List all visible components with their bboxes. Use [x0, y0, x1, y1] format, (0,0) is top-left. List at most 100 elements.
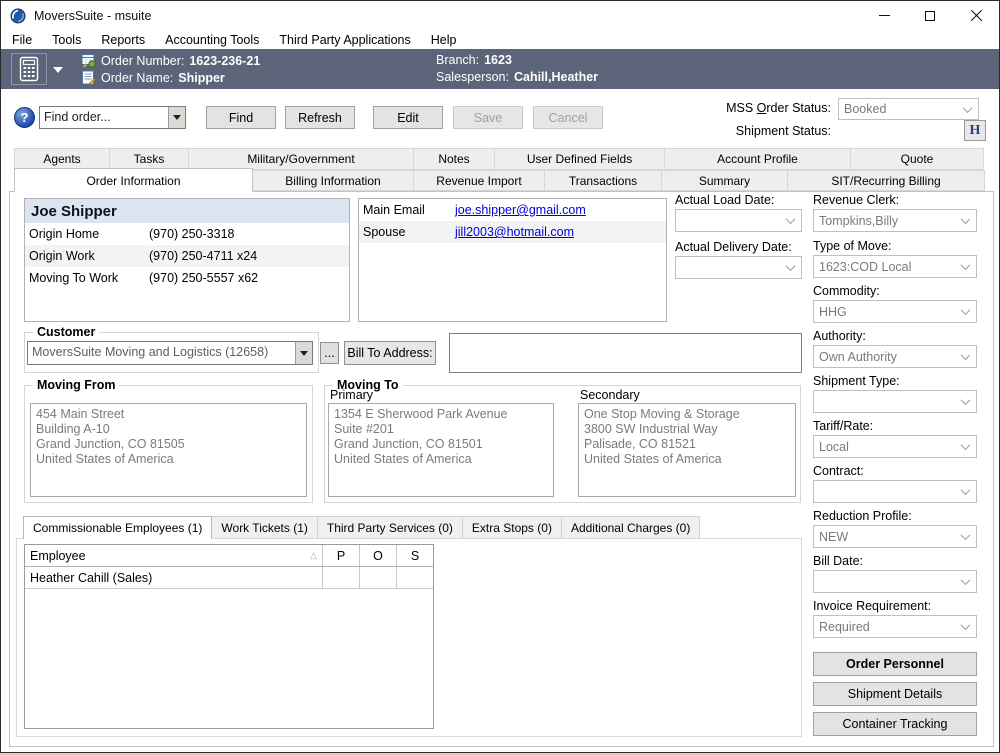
tab-extra-stops[interactable]: Extra Stops (0) [462, 516, 562, 539]
tariff-rate-combo[interactable]: Local [813, 435, 977, 458]
order-number-icon [81, 53, 96, 68]
edit-button[interactable]: Edit [373, 106, 443, 129]
type-of-move-combo[interactable]: 1623:COD Local [813, 255, 977, 278]
tab-sit-recurring-billing[interactable]: SIT/Recurring Billing [787, 170, 985, 191]
menu-item-reports[interactable]: Reports [91, 33, 155, 47]
calculator-icon [18, 56, 40, 82]
chevron-down-icon [961, 305, 971, 315]
bill-date-label: Bill Date: [813, 554, 863, 568]
bill-date-combo[interactable] [813, 570, 977, 593]
minimize-button[interactable] [861, 1, 907, 30]
invoice-requirement-combo[interactable]: Required [813, 615, 977, 638]
contract-label: Contract: [813, 464, 864, 478]
tab-additional-charges[interactable]: Additional Charges (0) [561, 516, 700, 539]
column-header-employee[interactable]: Employee △ [25, 545, 322, 566]
phone-row[interactable]: Origin Home (970) 250-3318 [25, 223, 349, 245]
tab-military-government[interactable]: Military/Government [188, 148, 414, 170]
order-name-label: Order Name: [101, 71, 173, 85]
actual-load-date-label: Actual Load Date: [675, 193, 774, 207]
phone-value: (970) 250-4711 x24 [149, 249, 349, 263]
tab-billing-information[interactable]: Billing Information [252, 170, 414, 191]
find-button[interactable]: Find [206, 106, 276, 129]
invoice-requirement-label: Invoice Requirement: [813, 599, 931, 613]
tab-user-defined-fields[interactable]: User Defined Fields [494, 148, 665, 170]
revenue-clerk-combo[interactable]: Tompkins,Billy [813, 209, 977, 232]
container-tracking-button[interactable]: Container Tracking [813, 712, 977, 736]
tab-order-information[interactable]: Order Information [14, 168, 253, 192]
tab-work-tickets[interactable]: Work Tickets (1) [211, 516, 317, 539]
chevron-down-icon [961, 575, 971, 585]
refresh-button[interactable]: Refresh [285, 106, 355, 129]
reduction-profile-combo[interactable]: NEW [813, 525, 977, 548]
tab-notes[interactable]: Notes [413, 148, 495, 170]
tab-summary[interactable]: Summary [661, 170, 788, 191]
tab-tasks[interactable]: Tasks [109, 148, 189, 170]
shipper-contact-panel: Joe Shipper Origin Home (970) 250-3318 O… [24, 198, 350, 322]
bill-to-address-button[interactable]: Bill To Address: [344, 341, 436, 365]
customer-combo[interactable]: MoversSuite Moving and Logistics (12658) [27, 341, 313, 365]
chevron-down-icon [786, 261, 796, 271]
mss-order-status-combo[interactable]: Booked [838, 98, 979, 120]
order-actions-dropdown-icon[interactable] [53, 67, 63, 73]
customer-more-button[interactable]: ... [320, 342, 339, 364]
close-button[interactable] [953, 1, 999, 30]
shipment-details-button[interactable]: Shipment Details [813, 682, 977, 706]
column-header-s[interactable]: S [396, 545, 433, 566]
actual-delivery-date-combo[interactable] [675, 256, 802, 279]
actual-load-date-combo[interactable] [675, 209, 802, 232]
menu-item-help[interactable]: Help [421, 33, 467, 47]
reduction-profile-label: Reduction Profile: [813, 509, 912, 523]
mss-order-status-label: MSS Order Status: [726, 101, 831, 115]
tab-agents[interactable]: Agents [14, 148, 110, 170]
table-header-row: Employee △ P O S [25, 545, 433, 567]
email-row[interactable]: Main Email joe.shipper@gmail.com [359, 199, 666, 221]
moving-to-secondary-label: Secondary [580, 388, 640, 402]
find-order-combo[interactable]: Find order... [39, 106, 186, 129]
detail-tab-strip: Commissionable Employees (1) Work Ticket… [24, 516, 700, 539]
order-personnel-button[interactable]: Order Personnel [813, 652, 977, 676]
employees-table: Employee △ P O S Heather Cahill (Sales) [24, 544, 434, 729]
phone-row[interactable]: Moving To Work (970) 250-5557 x62 [25, 267, 349, 289]
salesperson-value: Cahill,Heather [514, 70, 598, 84]
order-actions-button[interactable] [11, 53, 47, 85]
tab-transactions[interactable]: Transactions [544, 170, 662, 191]
customer-dropdown-button[interactable] [295, 342, 312, 364]
table-row[interactable]: Heather Cahill (Sales) [25, 567, 433, 589]
sort-ascending-icon[interactable]: △ [310, 550, 317, 561]
history-button[interactable]: H [964, 120, 986, 141]
email-row[interactable]: Spouse jill2003@hotmail.com [359, 221, 666, 243]
maximize-button[interactable] [907, 1, 953, 30]
menu-item-file[interactable]: File [2, 33, 42, 47]
p-cell [322, 567, 359, 588]
email-label: Main Email [359, 203, 455, 217]
phone-row[interactable]: Origin Work (970) 250-4711 x24 [25, 245, 349, 267]
tab-quote[interactable]: Quote [850, 148, 984, 170]
shipment-type-combo[interactable] [813, 390, 977, 413]
app-window: MoversSuite - msuite File Tools Reports … [0, 0, 1000, 753]
menu-item-third-party-applications[interactable]: Third Party Applications [269, 33, 420, 47]
s-cell [396, 567, 433, 588]
tab-commissionable-employees[interactable]: Commissionable Employees (1) [23, 516, 212, 539]
branch-value: 1623 [484, 53, 512, 67]
find-order-dropdown-button[interactable] [168, 107, 185, 128]
customer-group-label: Customer [33, 325, 99, 339]
authority-combo[interactable]: Own Authority [813, 345, 977, 368]
shipment-type-label: Shipment Type: [813, 374, 900, 388]
chevron-down-icon [963, 103, 973, 113]
commodity-combo[interactable]: HHG [813, 300, 977, 323]
toolbar: ? Find order... Find Refresh Edit Save C… [1, 89, 999, 148]
menu-item-tools[interactable]: Tools [42, 33, 91, 47]
phone-value: (970) 250-5557 x62 [149, 271, 349, 285]
tab-revenue-import[interactable]: Revenue Import [413, 170, 545, 191]
authority-label: Authority: [813, 329, 866, 343]
email-link[interactable]: joe.shipper@gmail.com [455, 203, 666, 217]
contract-combo[interactable] [813, 480, 977, 503]
order-number-label: Order Number: [101, 54, 184, 68]
email-link[interactable]: jill2003@hotmail.com [455, 225, 666, 239]
tab-account-profile[interactable]: Account Profile [664, 148, 851, 170]
tab-third-party-services[interactable]: Third Party Services (0) [317, 516, 463, 539]
menu-item-accounting-tools[interactable]: Accounting Tools [155, 33, 269, 47]
help-icon[interactable]: ? [14, 107, 35, 128]
column-header-p[interactable]: P [322, 545, 359, 566]
column-header-o[interactable]: O [359, 545, 396, 566]
